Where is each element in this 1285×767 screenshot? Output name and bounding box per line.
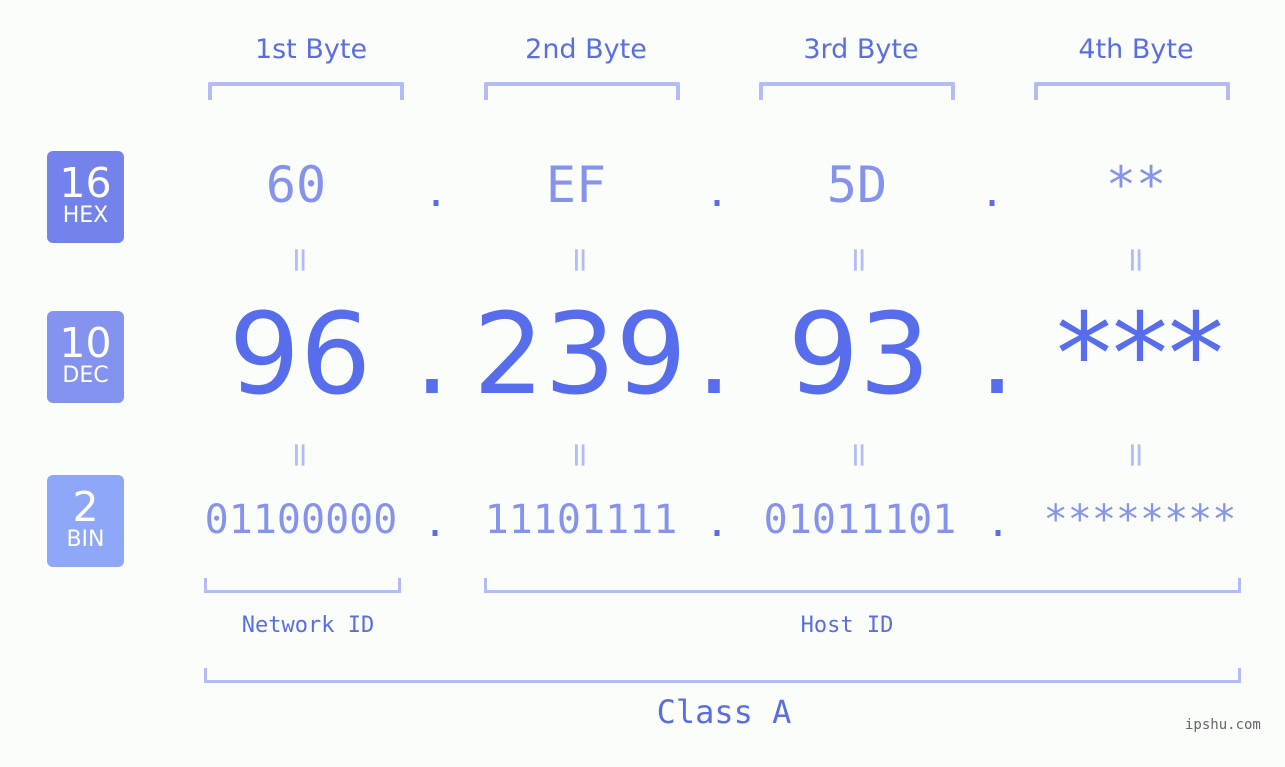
hex-octet-1: 60 <box>265 156 327 214</box>
class-bracket <box>204 668 1241 683</box>
byte-bracket-2 <box>484 82 680 100</box>
dec-badge: 10 DEC <box>47 311 124 403</box>
bin-octet-4: ******** <box>1043 497 1237 543</box>
byte-header-4: 4th Byte <box>1078 34 1194 65</box>
byte-header-1: 1st Byte <box>254 34 368 65</box>
dec-separator-3: . <box>979 290 1015 420</box>
host-id-bracket <box>484 578 1241 593</box>
dec-octet-3: 93 <box>787 290 931 420</box>
dec-octet-2: 239 <box>473 290 687 420</box>
dec-separator-2: . <box>696 290 732 420</box>
dec-octet-1: 96 <box>228 290 372 420</box>
bin-octet-3: 01011101 <box>763 497 957 543</box>
hex-octet-4: ** <box>1105 156 1167 214</box>
hex-separator-1: . <box>423 170 449 216</box>
dec-badge-label: DEC <box>62 363 109 388</box>
dec-badge-number: 10 <box>59 319 112 367</box>
byte-header-2: 2nd Byte <box>525 34 647 65</box>
byte-bracket-1 <box>208 82 404 100</box>
network-id-bracket <box>204 578 401 593</box>
hex-octet-2: EF <box>545 156 607 214</box>
equals-hex-dec-3: = <box>839 245 879 275</box>
bin-badge: 2 BIN <box>47 475 124 567</box>
hex-separator-3: . <box>979 170 1005 216</box>
bin-separator-3: . <box>985 500 1011 546</box>
equals-hex-dec-2: = <box>560 245 600 275</box>
equals-dec-bin-1: = <box>280 440 320 470</box>
hex-badge-number: 16 <box>59 159 112 207</box>
bin-badge-label: BIN <box>66 527 105 552</box>
network-id-label: Network ID <box>241 613 375 638</box>
dec-octet-4: *** <box>1056 290 1224 420</box>
equals-dec-bin-3: = <box>839 440 879 470</box>
hex-octet-3: 5D <box>826 156 888 214</box>
hex-separator-2: . <box>704 170 730 216</box>
bin-separator-1: . <box>422 500 448 546</box>
host-id-label: Host ID <box>800 613 894 638</box>
bin-badge-number: 2 <box>72 483 99 531</box>
equals-hex-dec-1: = <box>280 245 320 275</box>
equals-dec-bin-4: = <box>1116 440 1156 470</box>
bin-octet-2: 11101111 <box>484 497 678 543</box>
class-label: Class A <box>656 693 792 731</box>
byte-bracket-4 <box>1034 82 1230 100</box>
bin-octet-1: 01100000 <box>204 497 398 543</box>
hex-badge-label: HEX <box>62 203 109 228</box>
hex-badge: 16 HEX <box>47 151 124 243</box>
equals-dec-bin-2: = <box>560 440 600 470</box>
byte-bracket-3 <box>759 82 955 100</box>
bin-separator-2: . <box>704 500 730 546</box>
watermark: ipshu.com <box>1185 717 1261 733</box>
byte-header-3: 3rd Byte <box>803 34 919 65</box>
equals-hex-dec-4: = <box>1116 245 1156 275</box>
dec-separator-1: . <box>414 290 450 420</box>
